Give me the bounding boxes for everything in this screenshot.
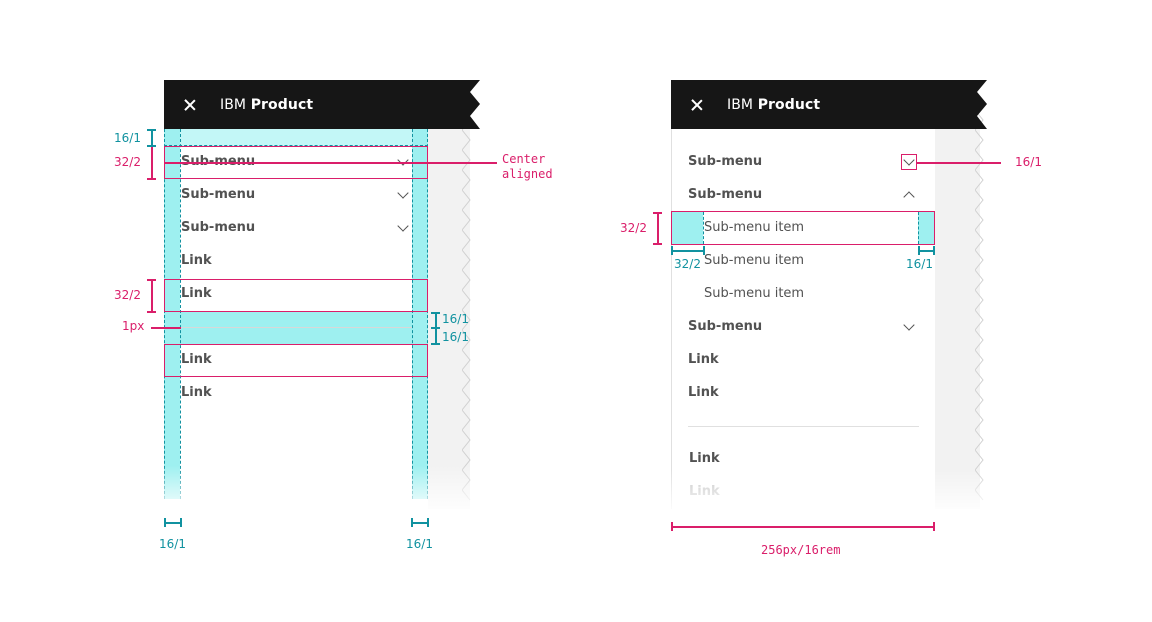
- backdrop: [934, 129, 980, 509]
- dimension-marker: [165, 522, 181, 524]
- dimension-marker: [151, 129, 153, 146]
- close-icon[interactable]: [689, 97, 705, 113]
- header-zigzag: [462, 80, 480, 129]
- guide: [164, 129, 165, 499]
- dimension-marker: [151, 279, 153, 312]
- dimension-marker: [147, 311, 156, 313]
- nav-submenu[interactable]: Sub-menu: [181, 187, 255, 203]
- close-icon[interactable]: [182, 97, 198, 113]
- width-marker: [671, 522, 673, 531]
- guide: [412, 129, 413, 499]
- nav-submenu-expanded[interactable]: Sub-menu: [688, 187, 762, 203]
- dimension-marker: [431, 343, 440, 345]
- dimension-marker: [657, 212, 659, 244]
- annotation-center-aligned: Center aligned: [502, 152, 553, 181]
- item-height-box: [164, 279, 428, 312]
- fade-overlay: [160, 465, 490, 515]
- nav-link[interactable]: Link: [688, 352, 719, 368]
- nav-submenu-item[interactable]: Sub-menu item: [704, 253, 804, 269]
- dimension-marker: [427, 518, 429, 527]
- annotation-chevron-size: 16/1: [1015, 155, 1042, 169]
- right-padding-column: [412, 129, 428, 499]
- dimension-marker: [703, 246, 705, 255]
- annotation-item-height: 32/2: [114, 155, 141, 169]
- divider-line: [688, 426, 919, 427]
- dimension-marker: [151, 147, 153, 179]
- dimension-marker: [933, 246, 935, 255]
- annotation-divider-space-top: 16/1: [442, 312, 469, 326]
- fade-overlay: [668, 470, 998, 515]
- divider-pointer: [151, 327, 181, 329]
- dimension-marker: [431, 312, 440, 314]
- nav-submenu-item[interactable]: Sub-menu item: [704, 220, 804, 236]
- dimension-marker: [147, 279, 156, 281]
- divider-line: [180, 327, 412, 328]
- nav-submenu-item[interactable]: Sub-menu item: [704, 286, 804, 302]
- annotation-left-padding: 16/1: [159, 537, 186, 551]
- annotation-item-height: 32/2: [620, 221, 647, 235]
- dimension-marker: [653, 212, 662, 214]
- guide: [180, 129, 181, 499]
- dimension-marker: [164, 518, 166, 527]
- dimension-marker: [918, 246, 920, 255]
- product-name: IBM Product: [727, 96, 821, 113]
- header-zigzag: [975, 80, 987, 129]
- header-bar: IBM Product: [671, 80, 977, 129]
- product-name: IBM Product: [220, 96, 314, 113]
- annotation-panel-width: 256px/16rem: [761, 543, 841, 557]
- dimension-marker: [671, 246, 673, 255]
- dimension-marker: [918, 250, 934, 252]
- top-padding-band: [180, 129, 412, 146]
- annotation-item-indent: 32/2: [674, 257, 701, 271]
- annotation-right-padding: 16/1: [406, 537, 433, 551]
- dimension-marker: [431, 327, 440, 329]
- nav-link[interactable]: Link: [689, 451, 720, 467]
- annotation-top-padding: 16/1: [114, 131, 141, 145]
- dimension-marker: [653, 243, 662, 245]
- item-height-box: [164, 344, 428, 377]
- chevron-size-box: [901, 154, 917, 170]
- left-padding-column: [164, 129, 180, 499]
- dimension-marker: [672, 250, 703, 252]
- nav-link[interactable]: Link: [181, 385, 212, 401]
- annotation-item-right-padding: 16/1: [906, 257, 933, 271]
- chevron-pointer: [917, 162, 1001, 164]
- nav-submenu[interactable]: Sub-menu: [181, 220, 255, 236]
- zigzag-edge: [975, 80, 984, 501]
- dimension-marker: [411, 518, 413, 527]
- nav-link[interactable]: Link: [181, 253, 212, 269]
- dimension-marker: [180, 518, 182, 527]
- guide: [427, 129, 428, 499]
- dimension-marker: [147, 178, 156, 180]
- width-marker: [671, 526, 934, 528]
- center-line: [164, 162, 497, 164]
- dimension-marker: [147, 129, 156, 131]
- nav-submenu[interactable]: Sub-menu: [688, 154, 762, 170]
- nav-link[interactable]: Link: [688, 385, 719, 401]
- zigzag-edge: [462, 80, 471, 501]
- annotation-divider-space-bottom: 16/1: [442, 330, 469, 344]
- nav-submenu[interactable]: Sub-menu: [688, 319, 762, 335]
- annotation-link-height: 32/2: [114, 288, 141, 302]
- width-marker: [933, 522, 935, 531]
- header-bar: IBM Product: [164, 80, 470, 129]
- dimension-marker: [412, 522, 428, 524]
- annotation-divider: 1px: [122, 319, 145, 333]
